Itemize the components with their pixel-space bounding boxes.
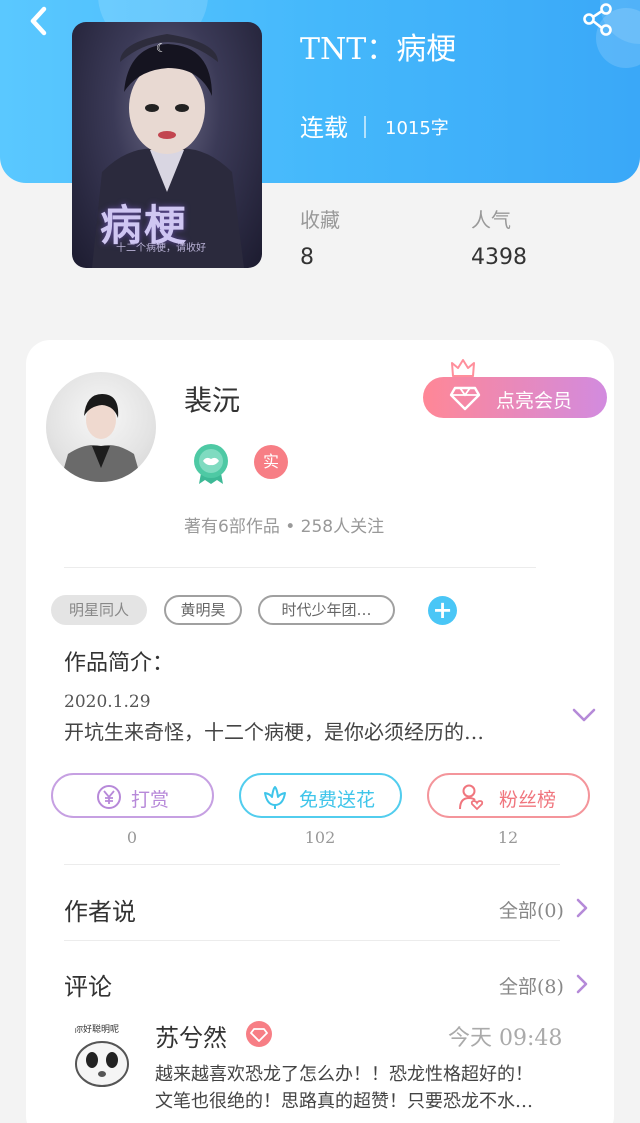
favorites-label: 收藏 [300, 208, 340, 232]
flower-count: 102 [304, 828, 336, 847]
author-says-view-all[interactable]: 全部(0) [499, 896, 564, 923]
yen-coin-icon [97, 785, 121, 809]
tag-chip[interactable]: 时代少年团… [258, 595, 395, 625]
activate-membership-button[interactable]: 点亮会员 [423, 377, 607, 418]
send-flower-label: 免费送花 [299, 789, 376, 811]
membership-label: 点亮会员 [496, 390, 573, 412]
author-works-followers: 著有6部作品 • 258人关注 [184, 517, 385, 537]
diamond-icon [449, 386, 481, 411]
chevron-right-icon[interactable] [575, 973, 589, 995]
book-cover[interactable]: ☾ 病梗 十二个病梗，请收好 [72, 22, 262, 268]
fan-count: 12 [497, 828, 519, 847]
author-says-title: 作者说 [64, 898, 136, 926]
divider [64, 567, 536, 568]
chevron-right-icon[interactable] [575, 897, 589, 919]
reward-button[interactable]: 打赏 [51, 773, 214, 818]
book-title: TNT：病梗 [300, 32, 457, 67]
intro-date: 2020.1.29 [64, 692, 151, 712]
share-icon[interactable] [580, 2, 616, 38]
status-divider [364, 116, 366, 138]
author-name[interactable]: 裴沅 [184, 379, 240, 419]
comment-time: 今天 09:48 [448, 1026, 563, 1051]
commenter-name[interactable]: 苏兮然 [155, 1018, 227, 1053]
back-icon[interactable] [22, 4, 58, 40]
vip-diamond-icon [246, 1021, 272, 1047]
comment-text-line: 文笔也很绝的！思路真的超赞！只要恐龙不水… [155, 1091, 533, 1112]
intro-text: 开坑生来奇怪，十二个病梗，是你必须经历的… [64, 720, 484, 744]
intro-heading: 作品简介： [64, 651, 175, 676]
reward-label: 打赏 [131, 789, 170, 811]
divider [64, 940, 560, 941]
author-avatar[interactable] [46, 372, 156, 482]
chevron-down-icon[interactable] [571, 705, 597, 725]
send-flower-button[interactable]: 免费送花 [239, 773, 402, 818]
handshake-badge-icon[interactable] [192, 443, 230, 485]
popularity-count: 4398 [471, 245, 527, 270]
comments-title: 评论 [64, 973, 112, 1001]
serial-status: 连载 [300, 114, 348, 142]
avatar-caption: 你好聪明呢 [74, 1023, 119, 1035]
tag-chip[interactable]: 黄明昊 [164, 595, 242, 625]
popularity-label: 人气 [471, 208, 511, 232]
commenter-avatar[interactable]: 你好聪明呢 [64, 1018, 138, 1092]
svg-text:☾: ☾ [156, 41, 167, 55]
flower-icon [264, 786, 286, 809]
fan-user-icon [459, 784, 484, 811]
fan-ranking-label: 粉丝榜 [499, 789, 557, 811]
divider [64, 864, 560, 865]
favorites-count: 8 [300, 245, 314, 270]
reward-count: 0 [126, 828, 138, 847]
comments-view-all[interactable]: 全部(8) [499, 972, 564, 999]
tag-chip[interactable]: 明星同人 [51, 595, 147, 625]
add-tag-button[interactable]: + [428, 596, 457, 625]
comment-text-line: 越来越喜欢恐龙了怎么办！！恐龙性格超好的！ [155, 1064, 533, 1085]
fan-ranking-button[interactable]: 粉丝榜 [427, 773, 590, 818]
crown-icon [450, 357, 476, 379]
word-count: 1015字 [385, 118, 449, 139]
cover-subtitle-text: 十二个病梗，请收好 [116, 243, 206, 254]
verified-real-badge[interactable]: 实 [254, 445, 288, 479]
